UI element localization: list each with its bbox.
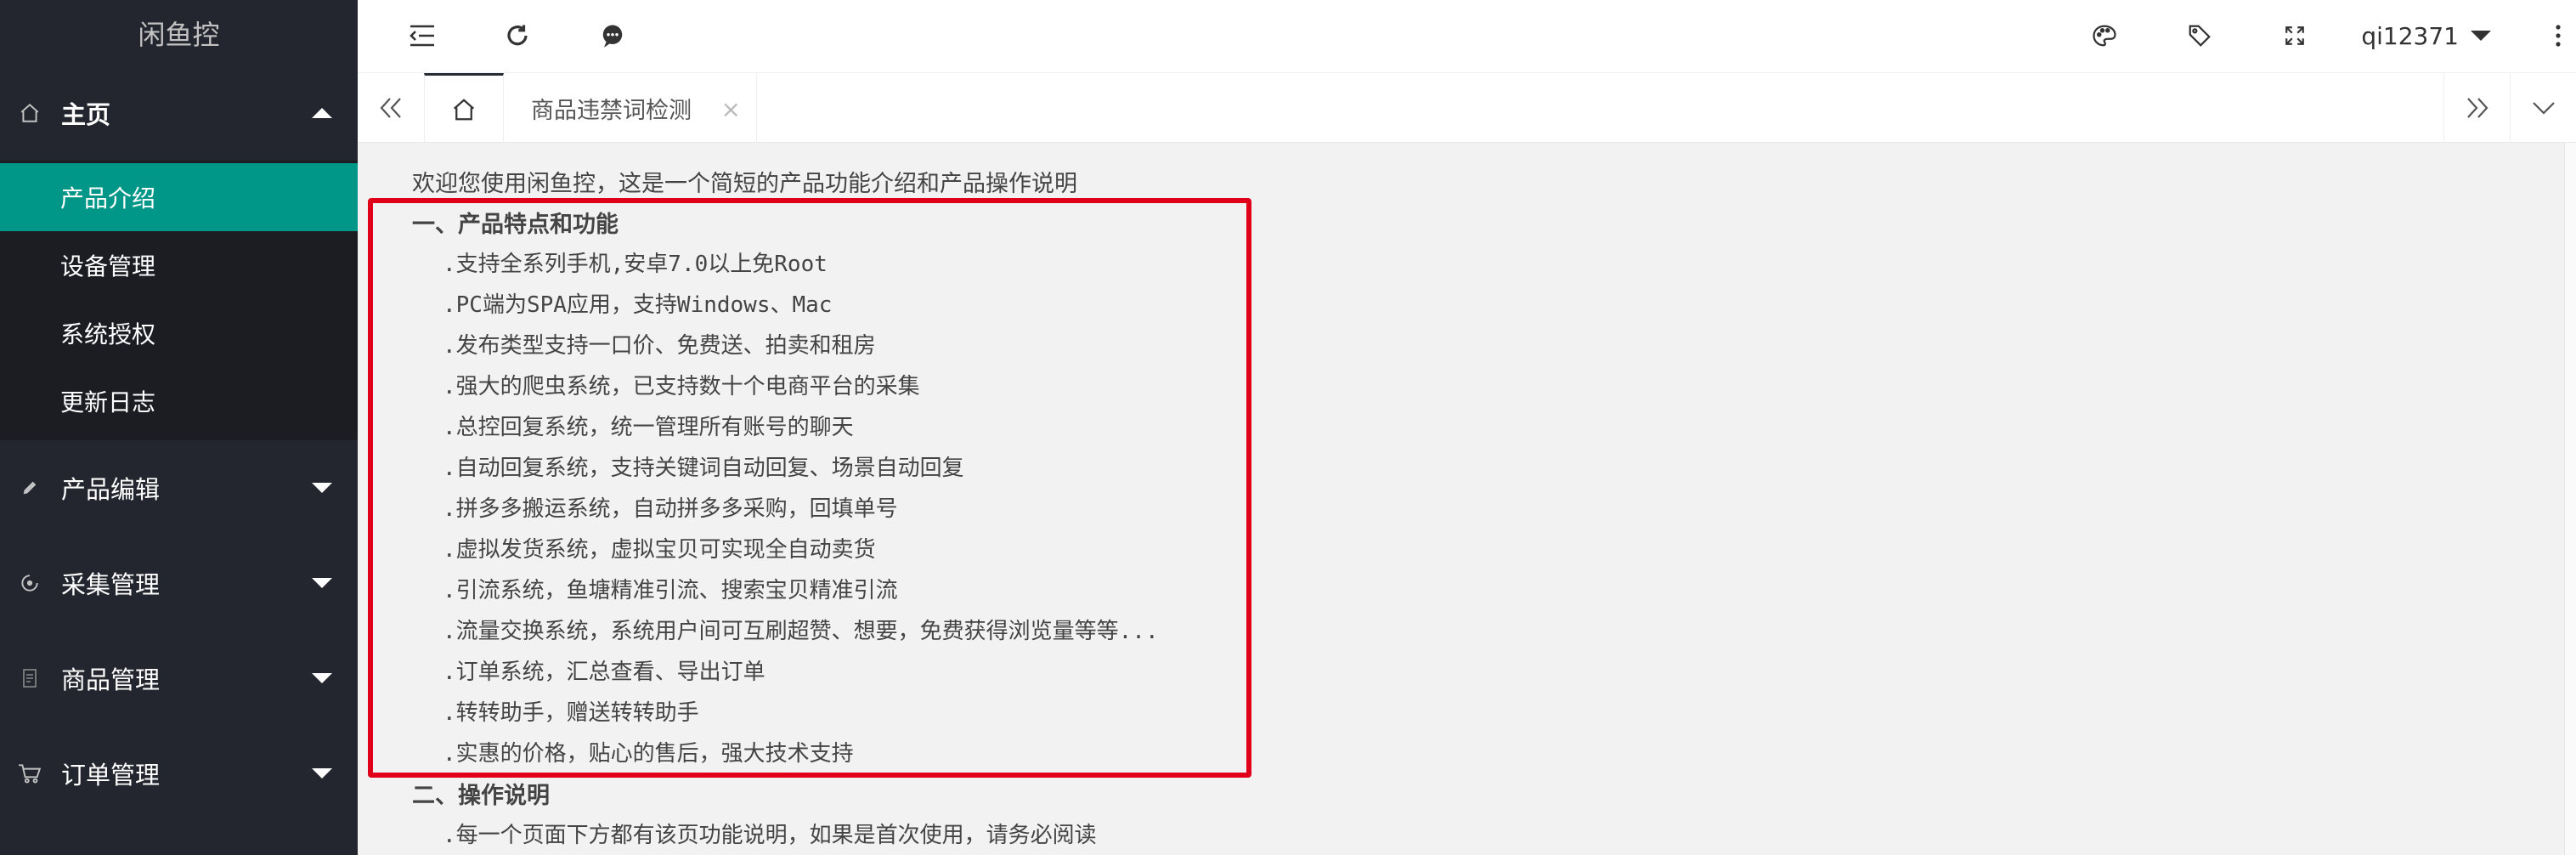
feature-item: .总控回复系统，统一管理所有账号的聊天 <box>443 415 854 440</box>
intro-text: 欢迎您使用闲鱼控，这是一个简短的产品功能介绍和产品操作说明 <box>412 171 1077 197</box>
feature-item: .转转助手，赠送转转助手 <box>443 700 699 726</box>
chevron-down-icon <box>312 578 332 588</box>
collapse-menu-icon[interactable] <box>404 17 441 54</box>
tab-home[interactable] <box>424 73 504 143</box>
palette-icon[interactable] <box>2086 17 2123 54</box>
tab-current-page[interactable]: 商品违禁词检测 × <box>504 73 757 143</box>
chat-icon[interactable] <box>594 17 631 54</box>
nav-order-management-label: 订单管理 <box>61 761 161 790</box>
section-features-title: 一、产品特点和功能 <box>412 212 619 238</box>
nav-home-label: 主页 <box>61 100 111 129</box>
nav-collect-management-label: 采集管理 <box>61 570 161 599</box>
nav-goods-management[interactable]: 商品管理 <box>0 631 358 726</box>
feature-item: .订单系统，汇总查看、导出订单 <box>443 660 765 685</box>
tab-scroll-right-button[interactable] <box>2443 73 2510 143</box>
nav-collect-management[interactable]: 采集管理 <box>0 535 358 631</box>
sidebar-item-product-intro[interactable]: 产品介绍 <box>0 163 358 231</box>
nav-group-home: 主页 产品介绍 设备管理 系统授权 更新日志 <box>0 65 358 440</box>
chevron-down-icon <box>312 673 332 683</box>
close-icon[interactable]: × <box>721 95 741 123</box>
caret-down-icon <box>2471 31 2491 41</box>
chevron-up-icon <box>312 108 332 118</box>
section-instructions-title: 二、操作说明 <box>412 783 550 809</box>
feature-item: .实惠的价格，贴心的售后，强大技术支持 <box>443 741 854 767</box>
main-content: 欢迎您使用闲鱼控，这是一个简短的产品功能介绍和产品操作说明 一、产品特点和功能 … <box>358 143 2576 855</box>
cart-icon <box>17 761 42 786</box>
user-menu[interactable]: qi12371 <box>2361 17 2491 54</box>
feature-item: .虚拟发货系统，虚拟宝贝可实现全自动卖货 <box>443 537 876 563</box>
nav-order-management[interactable]: 订单管理 <box>0 726 358 821</box>
highlight-box <box>368 198 1251 778</box>
tag-icon[interactable] <box>2181 17 2218 54</box>
refresh-icon[interactable] <box>499 17 536 54</box>
feature-item: .自动回复系统，支持关键词自动回复、场景自动回复 <box>443 456 964 481</box>
feature-item: .发布类型支持一口价、免费送、拍卖和租房 <box>443 333 876 359</box>
tab-options-dropdown[interactable] <box>2510 73 2576 143</box>
feature-item: .强大的爬虫系统，已支持数十个电商平台的采集 <box>443 374 920 399</box>
tabs-bar: 商品违禁词检测 × <box>358 73 2576 143</box>
home-icon <box>454 98 474 120</box>
nav-product-edit-label: 产品编辑 <box>61 475 161 504</box>
tab-current-label: 商品违禁词检测 <box>531 97 692 124</box>
top-header: qi12371 <box>358 0 2576 73</box>
collect-icon <box>17 570 42 596</box>
sidebar: 闲鱼控 主页 产品介绍 设备管理 系统授权 更新日志 产品编辑 采集管理 商品管… <box>0 0 358 855</box>
instruction-item: .每一个页面下方都有该页功能说明，如果是首次使用，请务必阅读 <box>443 823 1097 848</box>
fullscreen-icon[interactable] <box>2276 17 2313 54</box>
home-icon <box>17 100 42 126</box>
chevron-down-icon <box>312 483 332 493</box>
pencil-icon <box>17 475 42 501</box>
sidebar-item-changelog[interactable]: 更新日志 <box>0 367 358 435</box>
more-vertical-icon[interactable] <box>2539 17 2576 54</box>
nav-home[interactable]: 主页 <box>0 65 358 161</box>
nav-home-submenu: 产品介绍 设备管理 系统授权 更新日志 <box>0 161 358 440</box>
feature-item: .引流系统，鱼塘精准引流、搜索宝贝精准引流 <box>443 578 898 603</box>
nav-product-edit[interactable]: 产品编辑 <box>0 440 358 535</box>
feature-item: .PC端为SPA应用，支持Windows、Mac <box>443 292 833 318</box>
document-icon <box>17 665 42 691</box>
chevron-down-icon <box>312 768 332 779</box>
app-logo: 闲鱼控 <box>138 18 220 51</box>
nav-goods-management-label: 商品管理 <box>61 665 161 694</box>
feature-item: .流量交换系统，系统用户间可互刷超赞、想要，免费获得浏览量等等... <box>443 619 1159 644</box>
username: qi12371 <box>2361 21 2459 50</box>
feature-item: .支持全系列手机,安卓7.0以上免Root <box>443 252 828 277</box>
sidebar-item-device-management[interactable]: 设备管理 <box>0 231 358 299</box>
tab-scroll-left-button[interactable] <box>358 73 424 143</box>
sidebar-item-system-license[interactable]: 系统授权 <box>0 299 358 367</box>
feature-item: .拼多多搬运系统，自动拼多多采购，回填单号 <box>443 496 898 522</box>
content-scrollbar[interactable] <box>2564 143 2576 855</box>
